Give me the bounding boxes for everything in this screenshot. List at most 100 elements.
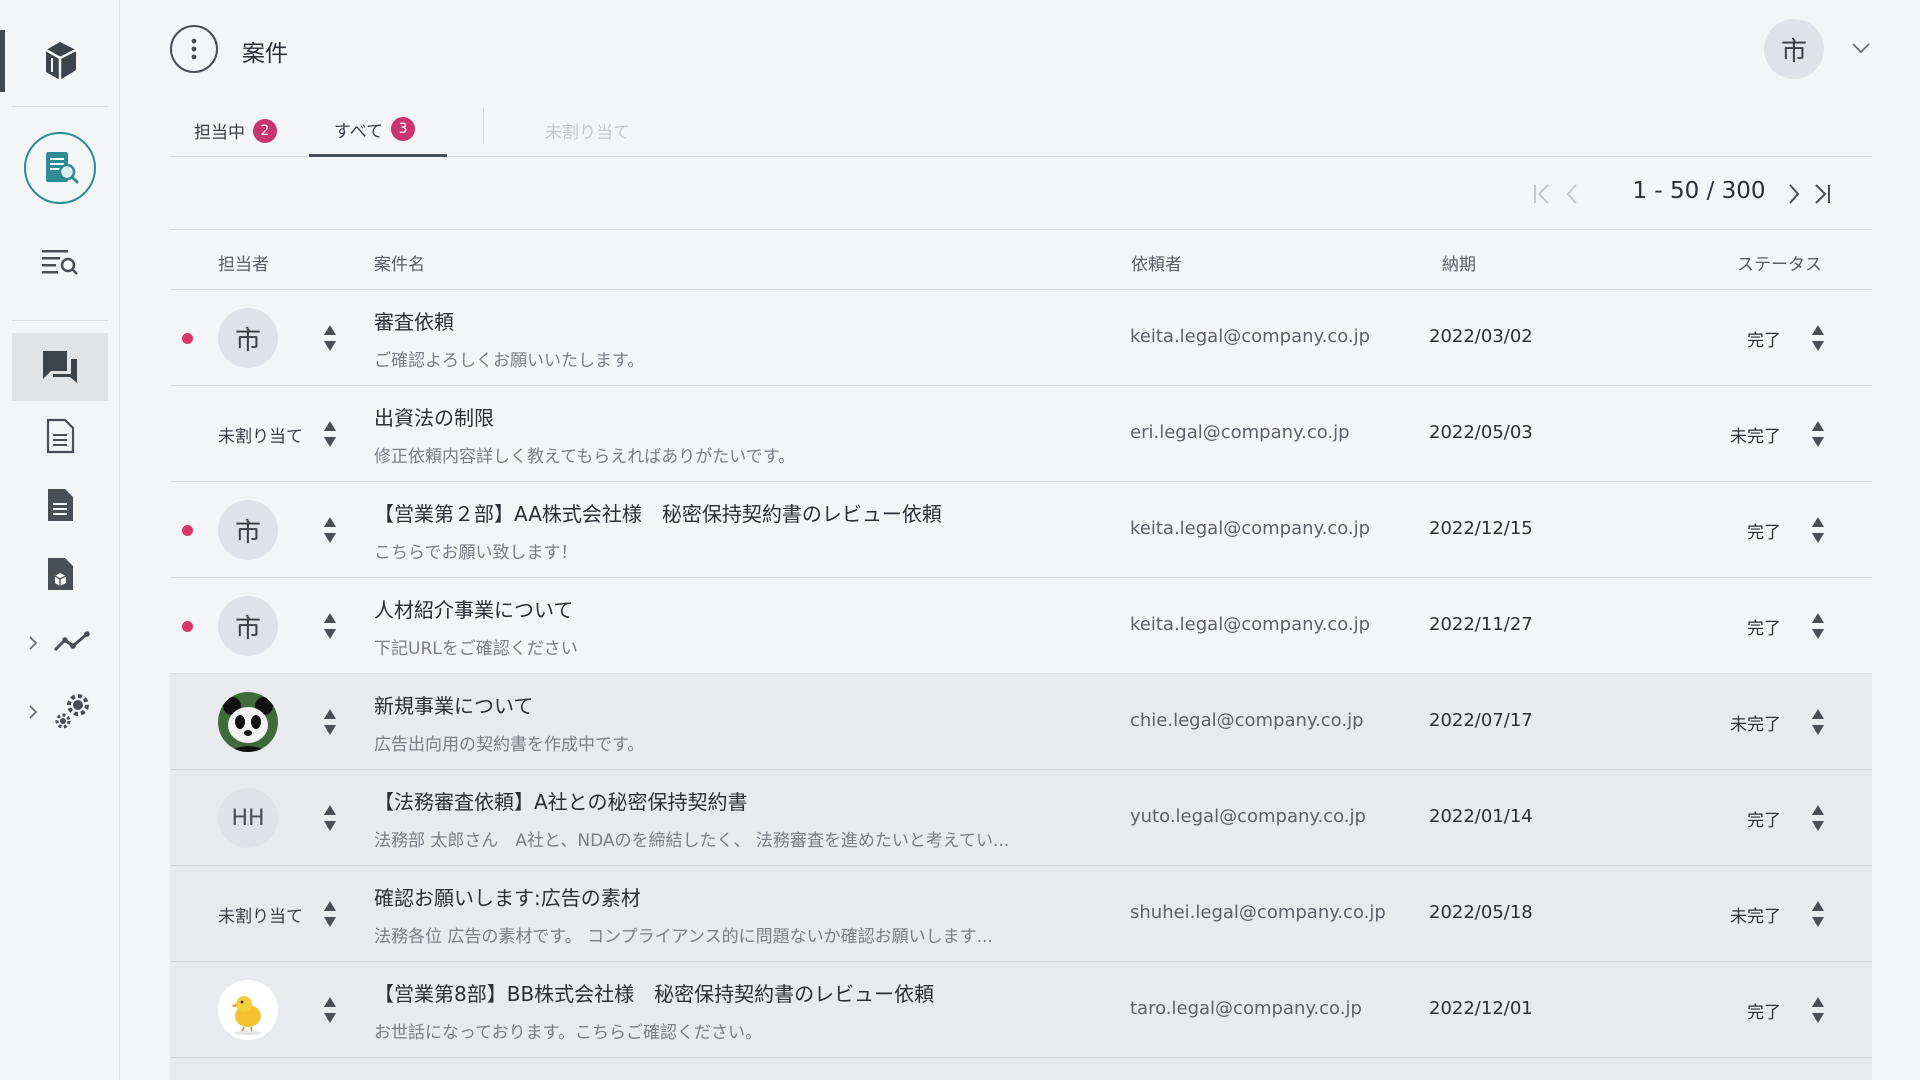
status-select-icon[interactable]	[1810, 994, 1826, 1026]
chevron-right-icon[interactable]	[26, 633, 40, 653]
assignee-select-icon[interactable]	[322, 418, 338, 450]
chevron-down-icon[interactable]	[1850, 38, 1872, 58]
status-select-icon[interactable]	[1810, 418, 1826, 450]
sidebar-item-document[interactable]	[12, 406, 108, 466]
requester-email: taro.legal@company.co.jp	[1130, 998, 1362, 1019]
case-subtitle: こちらでお願い致します！	[374, 543, 578, 563]
status-label: 完了	[1747, 523, 1781, 543]
page-title: 案件	[242, 41, 288, 67]
case-title[interactable]: 【営業第8部】BB株式会社様 秘密保持契約書のレビュー依頼	[374, 978, 934, 1007]
assignee-avatar[interactable]: 市	[218, 596, 278, 656]
table-row[interactable]: 市 人材紹介事業について 下記URLをご確認ください keita.legal@c…	[170, 578, 1872, 674]
case-title[interactable]: 【法務審査依頼】A社との秘密保持契約書	[374, 786, 747, 815]
panda-avatar-icon[interactable]	[218, 692, 278, 752]
case-title[interactable]: 出資法の制限	[374, 402, 494, 431]
assignee-select-icon[interactable]	[322, 610, 338, 642]
sidebar-item-contracts[interactable]	[12, 475, 108, 535]
sidebar-item-templates[interactable]	[12, 544, 108, 604]
header-assignee[interactable]: 担当者	[218, 250, 269, 275]
requester-email: keita.legal@company.co.jp	[1130, 614, 1371, 635]
next-page-icon[interactable]	[1782, 182, 1806, 206]
tab-unassigned[interactable]: 未割り当て	[545, 104, 630, 157]
assignee-avatar[interactable]: HH	[218, 788, 278, 848]
case-title[interactable]: 確認お願いします:広告の素材	[374, 882, 641, 911]
status-select-icon[interactable]	[1810, 706, 1826, 738]
chevron-right-icon[interactable]	[26, 702, 40, 722]
status-select-icon[interactable]	[1810, 802, 1826, 834]
sidebar-item-settings[interactable]	[40, 681, 104, 741]
status-label: 未完了	[1730, 427, 1781, 447]
assignee-select-icon[interactable]	[322, 898, 338, 930]
assignee-select-icon[interactable]	[322, 322, 338, 354]
due-date: 2022/01/14	[1429, 806, 1533, 827]
chat-icon	[43, 351, 77, 383]
table-row[interactable]: 【営業第8部】BB株式会社様 秘密保持契約書のレビュー依頼 お世話になっておりま…	[170, 962, 1872, 1058]
table-row[interactable]: 市 審査依頼 ご確認よろしくお願いいたします。 keita.legal@comp…	[170, 290, 1872, 386]
pagination: 1 - 50 / 300	[1530, 176, 1840, 212]
tab-label: 担当中	[194, 123, 245, 143]
case-subtitle: 下記URLをご確認ください	[374, 639, 578, 659]
case-subtitle: 修正依頼内容詳しく教えてもらえればありがたいです。	[374, 447, 796, 467]
case-title[interactable]: 新規事業について	[374, 690, 533, 719]
last-page-icon[interactable]	[1810, 182, 1834, 206]
table-row[interactable]: 市 【営業第２部】AA株式会社様 秘密保持契約書のレビュー依頼 こちらでお願い致…	[170, 482, 1872, 578]
sidebar-item-documents-search[interactable]	[24, 132, 96, 204]
assignee-select-icon[interactable]	[322, 514, 338, 546]
status-select-icon[interactable]	[1810, 514, 1826, 546]
due-date: 2022/03/02	[1429, 326, 1533, 347]
assignee-avatar[interactable]: 市	[218, 308, 278, 368]
document-filled-icon	[48, 489, 73, 521]
case-title[interactable]: 審査依頼	[374, 306, 454, 335]
table-row[interactable]	[170, 1058, 1872, 1080]
assignee-select-icon[interactable]	[322, 706, 338, 738]
tab-assigned[interactable]: 担当中 2	[194, 104, 277, 157]
sidebar-item-analytics[interactable]	[40, 612, 104, 672]
chick-avatar-icon[interactable]	[218, 980, 278, 1040]
sidebar-divider	[12, 106, 108, 107]
assignee-select-icon[interactable]	[322, 994, 338, 1026]
status-label: 完了	[1747, 1003, 1781, 1023]
more-options-button[interactable]	[170, 25, 218, 73]
tab-label: 未割り当て	[545, 123, 630, 143]
table-row[interactable]: 未割り当て 出資法の制限 修正依頼内容詳しく教えてもらえればありがたいです。 e…	[170, 386, 1872, 482]
tab-label: すべて	[334, 121, 384, 142]
header-case-name[interactable]: 案件名	[374, 250, 425, 275]
status-select-icon[interactable]	[1810, 322, 1826, 354]
first-page-icon[interactable]	[1530, 182, 1554, 206]
header-requester[interactable]: 依頼者	[1131, 250, 1182, 275]
case-title[interactable]: 人材紹介事業について	[374, 594, 573, 623]
document-cube-icon	[48, 558, 73, 590]
table-row[interactable]: 未割り当て 確認お願いします:広告の素材 法務各位 広告の素材です。 コンプライ…	[170, 866, 1872, 962]
sidebar-item-cases[interactable]	[12, 333, 108, 401]
header-status[interactable]: ステータス	[1737, 250, 1822, 275]
assignee-avatar[interactable]: 市	[218, 500, 278, 560]
status-select-icon[interactable]	[1810, 610, 1826, 642]
due-date: 2022/05/18	[1429, 902, 1533, 923]
assignee-select-icon[interactable]	[322, 802, 338, 834]
count-badge: 3	[391, 117, 416, 141]
logo-cube-icon	[45, 42, 77, 80]
status-select-icon[interactable]	[1810, 898, 1826, 930]
sidebar-item-search-list[interactable]	[12, 232, 108, 292]
trend-chart-icon	[53, 631, 90, 652]
sidebar-divider	[12, 320, 108, 321]
requester-email: eri.legal@company.co.jp	[1130, 422, 1350, 443]
case-subtitle: 法務各位 広告の素材です。 コンプライアンス的に問題ないか確認お願いします...	[374, 927, 993, 947]
prev-page-icon[interactable]	[1560, 182, 1584, 206]
unread-indicator	[182, 525, 193, 536]
table-row[interactable]: HH 【法務審査依頼】A社との秘密保持契約書 法務部 太郎さん A社と、NDAの…	[170, 770, 1872, 866]
sidebar	[0, 0, 120, 1080]
gears-icon	[55, 694, 89, 729]
requester-email: shuhei.legal@company.co.jp	[1130, 902, 1386, 923]
app-logo[interactable]	[0, 26, 120, 96]
user-avatar[interactable]: 市	[1764, 19, 1824, 79]
header-due[interactable]: 納期	[1442, 250, 1476, 275]
case-title[interactable]: 【営業第２部】AA株式会社様 秘密保持契約書のレビュー依頼	[374, 498, 942, 527]
status-label: 完了	[1747, 811, 1781, 831]
tab-all[interactable]: すべて 3	[309, 104, 447, 157]
requester-email: yuto.legal@company.co.jp	[1130, 806, 1366, 827]
table-row[interactable]: 新規事業について 広告出向用の契約書を作成中です。 chie.legal@com…	[170, 674, 1872, 770]
assignee-unassigned: 未割り当て	[218, 427, 303, 447]
assignee-unassigned: 未割り当て	[218, 907, 303, 927]
unread-indicator	[182, 621, 193, 632]
